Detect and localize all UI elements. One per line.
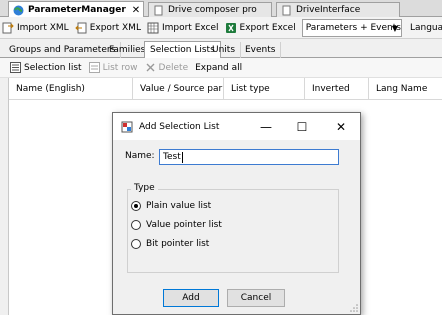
column-header-inverted[interactable]: Inverted bbox=[305, 78, 369, 100]
export-excel-button[interactable]: Export Excel bbox=[225, 19, 296, 37]
column-header-name[interactable]: Name (English) bbox=[9, 78, 133, 100]
doc-tab-label: DriveInterface bbox=[296, 5, 361, 15]
column-header-list-type[interactable]: List type bbox=[224, 78, 305, 100]
maximize-button[interactable]: ☐ bbox=[285, 113, 319, 140]
doc-tab-label: Drive composer pro bbox=[168, 5, 257, 15]
column-header-value[interactable]: Value / Source par bbox=[133, 78, 224, 100]
excel-icon bbox=[225, 22, 237, 34]
doc-tab-drive-composer[interactable]: Drive composer pro bbox=[148, 2, 272, 17]
name-input[interactable]: Test bbox=[159, 149, 339, 165]
app-icon bbox=[121, 121, 133, 133]
close-dialog-button[interactable]: ✕ bbox=[324, 113, 358, 140]
column-header-lang-name[interactable]: Lang Name bbox=[369, 78, 442, 100]
expand-all-button[interactable]: Expand all bbox=[195, 63, 242, 73]
language-label: Language bbox=[409, 22, 442, 33]
add-list-row-button[interactable]: List row bbox=[88, 62, 138, 73]
radio-empty-icon bbox=[131, 239, 141, 249]
main-toolbar: Import XML Export XML Import Excel Expor… bbox=[0, 17, 442, 39]
add-selection-list-button[interactable]: Selection list bbox=[10, 62, 82, 73]
text-caret bbox=[181, 151, 183, 163]
grid-icon bbox=[147, 22, 159, 34]
doc-tab-parameter-manager[interactable]: ParameterManager ✕ bbox=[8, 1, 144, 18]
import-excel-button[interactable]: Import Excel bbox=[147, 19, 219, 37]
document-icon bbox=[153, 5, 164, 16]
tab-units[interactable]: Units bbox=[207, 42, 242, 58]
name-label: Name: bbox=[125, 151, 155, 161]
tab-events[interactable]: Events bbox=[240, 42, 282, 58]
delete-icon bbox=[145, 62, 156, 73]
export-xml-button[interactable]: Export XML bbox=[74, 19, 141, 37]
delete-button[interactable]: Delete bbox=[145, 62, 188, 73]
dialog-title-bar: Add Selection List bbox=[113, 113, 360, 140]
radio-bit-pointer-list[interactable]: Bit pointer list bbox=[131, 239, 209, 249]
import-icon bbox=[2, 22, 14, 34]
doc-tab-label: ParameterManager bbox=[28, 5, 126, 15]
type-group-label: Type bbox=[131, 183, 158, 193]
view-select[interactable]: Parameters + Events ▼ bbox=[301, 18, 402, 37]
chevron-down-icon: ▼ bbox=[391, 23, 398, 33]
document-icon bbox=[281, 5, 292, 16]
resize-grip-icon[interactable] bbox=[350, 304, 358, 312]
list-row-icon bbox=[88, 62, 100, 73]
add-button[interactable]: Add bbox=[163, 289, 219, 307]
section-tab-strip: Groups and Parameters Families Selection… bbox=[0, 39, 442, 59]
dialog-title: Add Selection List bbox=[139, 121, 220, 132]
minimize-button[interactable]: — bbox=[249, 113, 283, 140]
radio-selected-icon bbox=[131, 201, 141, 211]
add-selection-list-dialog: Add Selection List — ☐ ✕ Name: Test Type… bbox=[112, 112, 361, 315]
doc-tab-drive-interface[interactable]: DriveInterface bbox=[276, 2, 400, 17]
grid-header: Name (English) Value / Source par List t… bbox=[9, 78, 442, 100]
list-icon bbox=[10, 62, 21, 73]
cancel-button[interactable]: Cancel bbox=[227, 289, 285, 307]
document-tab-strip: ParameterManager ✕ Drive composer pro Dr… bbox=[0, 0, 442, 18]
radio-empty-icon bbox=[131, 220, 141, 230]
export-icon bbox=[74, 22, 87, 34]
radio-plain-value-list[interactable]: Plain value list bbox=[131, 201, 211, 211]
close-tab-icon[interactable]: ✕ bbox=[132, 5, 140, 16]
list-action-bar: Selection list List row Delete Expand al… bbox=[0, 58, 442, 78]
import-xml-button[interactable]: Import XML bbox=[2, 19, 69, 37]
globe-icon bbox=[13, 5, 24, 16]
radio-value-pointer-list[interactable]: Value pointer list bbox=[131, 220, 222, 230]
